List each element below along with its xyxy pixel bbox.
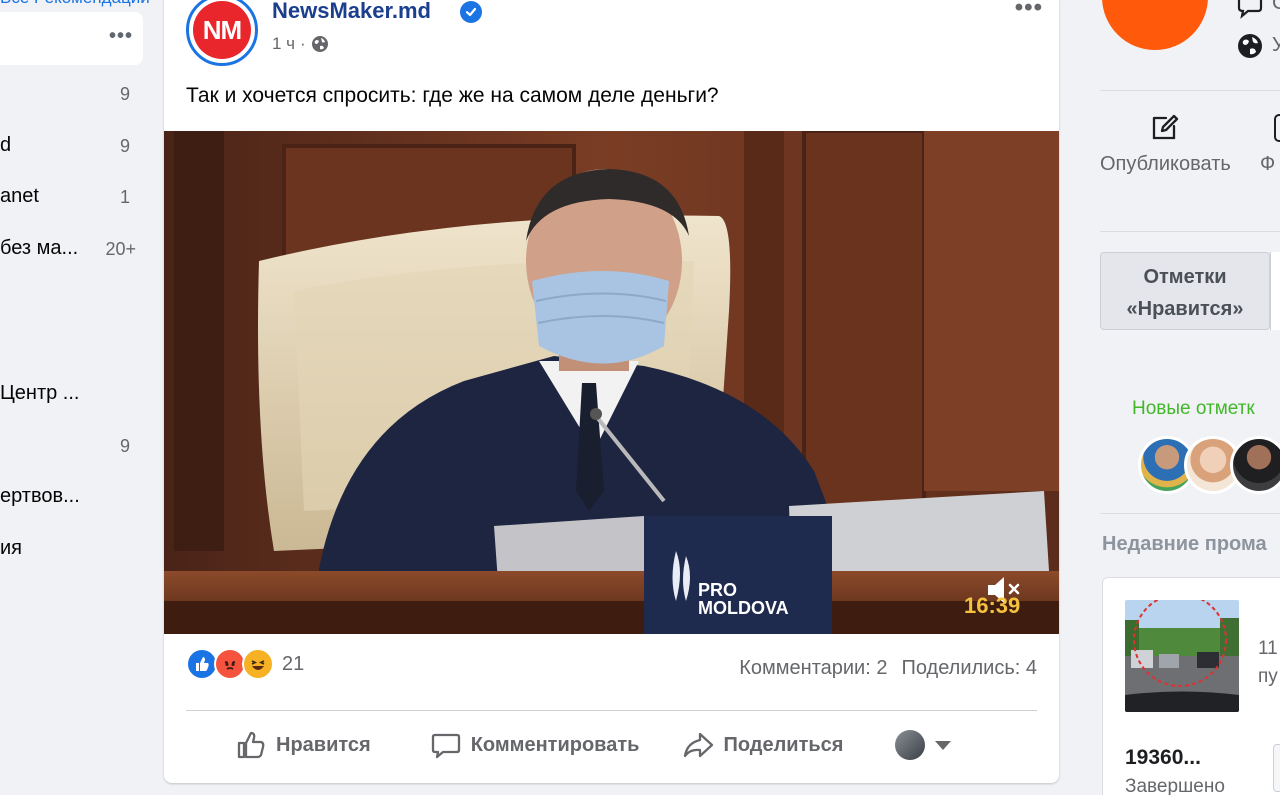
- share-arrow-icon: [684, 732, 714, 758]
- sidebar-item-label: ертвов...: [0, 485, 80, 507]
- promotion-card[interactable]: 11 пу 19360... Завершено: [1102, 577, 1280, 795]
- like-button[interactable]: Нравится: [234, 728, 371, 762]
- publish-button-label[interactable]: Опубликовать: [1100, 148, 1231, 180]
- right-row-2-text: У: [1272, 34, 1280, 56]
- more-options-icon[interactable]: •••: [109, 25, 133, 48]
- sidebar-active-row[interactable]: •••: [0, 12, 143, 65]
- page-avatar-logo: NM: [193, 1, 251, 59]
- sidebar-item-label: d: [0, 134, 12, 156]
- new-likes-label: Новые отметк: [1132, 398, 1255, 419]
- messenger-icon: [1237, 0, 1263, 19]
- sidebar-item[interactable]: ертвов...: [0, 477, 150, 517]
- comments-count-link[interactable]: Комментарии: 2: [739, 657, 887, 680]
- comment-button-label: Комментировать: [470, 733, 640, 756]
- verified-badge-icon: [460, 1, 482, 23]
- reactions-summary[interactable]: 21: [186, 648, 304, 680]
- promotion-number: 19360...: [1125, 746, 1201, 769]
- sidebar-item-count: 9: [119, 136, 130, 156]
- video-timestamp: 16:39: [964, 593, 1021, 618]
- post-meta: 1 ч ·: [272, 34, 329, 54]
- post-video[interactable]: PRO MOLDOVA 16:39: [164, 131, 1059, 634]
- promotion-thumbnail: [1125, 600, 1239, 712]
- globe-icon: [1238, 34, 1262, 58]
- sidebar-item[interactable]: ия: [0, 529, 150, 569]
- nameplate-line-2: MOLDOVA: [698, 598, 789, 618]
- post-actions: Нравится Комментировать Поделиться: [186, 720, 1037, 770]
- profile-avatar: [895, 730, 926, 760]
- sidebar-item[interactable]: 9: [0, 426, 150, 466]
- sidebar-item[interactable]: Центр ...: [0, 374, 150, 414]
- nameplate-line-1: PRO: [698, 580, 738, 600]
- chevron-down-icon: [935, 740, 952, 750]
- tab-likes[interactable]: Отметки «Нравится»: [1100, 252, 1270, 330]
- video-frame: [164, 131, 1059, 634]
- actions-divider: [186, 710, 1037, 711]
- post-stats: Комментарии: 2 Поделились: 4: [739, 657, 1037, 680]
- share-button[interactable]: Поделиться: [681, 728, 843, 762]
- sidebar-item-count: 20+: [105, 239, 136, 259]
- post-time[interactable]: 1 ч: [272, 34, 295, 54]
- tab-next-edge[interactable]: [1270, 252, 1280, 330]
- right-divider: [1100, 231, 1280, 232]
- post-text: Так и хочется спросить: где же на самом …: [186, 84, 719, 107]
- sidebar-item-label: anet: [0, 185, 39, 207]
- reactions-count: 21: [282, 652, 305, 675]
- sidebar-item-count: 1: [119, 187, 130, 207]
- sidebar-item[interactable]: d 9: [0, 126, 150, 166]
- share-button-label: Поделиться: [723, 733, 844, 756]
- right-divider: [1100, 513, 1280, 514]
- shares-count-link[interactable]: Поделились: 4: [901, 657, 1037, 680]
- thumbs-up-icon: [237, 731, 265, 759]
- photo-icon[interactable]: [1274, 114, 1280, 142]
- sidebar-item[interactable]: 9: [0, 74, 150, 114]
- sidebar-item-label: Центр ...: [0, 382, 80, 404]
- nameplate-text: PRO MOLDOVA: [698, 581, 789, 617]
- news-post: NM NewsMaker.md 1 ч · ••• Так и хочется …: [164, 0, 1059, 783]
- edit-publish-icon[interactable]: [1148, 110, 1182, 144]
- liker-avatar[interactable]: [1230, 436, 1280, 494]
- sidebar-item-label: без ма...: [0, 237, 79, 259]
- like-button-label: Нравится: [276, 733, 371, 756]
- separator-dot: ·: [300, 34, 306, 53]
- sidebar-item-count: 9: [119, 436, 130, 456]
- sidebar-item-label: ия: [0, 537, 23, 559]
- right-column: С У Опубликовать Ф Отметки «Нравится» Но…: [1080, 0, 1280, 795]
- sidebar-item[interactable]: без ма... 20+: [0, 229, 150, 269]
- sidebar-top-link[interactable]: Все Рекомендации: [0, 0, 150, 8]
- page-name-link[interactable]: NewsMaker.md: [272, 0, 431, 24]
- sidebar-item-count: 9: [119, 84, 130, 104]
- promotion-status: Завершено: [1125, 776, 1225, 795]
- photo-button-label[interactable]: Ф: [1260, 148, 1275, 180]
- post-as-selector[interactable]: [895, 730, 952, 760]
- post-options-icon[interactable]: •••: [1015, 0, 1043, 22]
- page-profile-avatar[interactable]: [1102, 0, 1208, 50]
- promotion-side-text: 11 пу: [1258, 635, 1278, 691]
- promotion-side-line-2: пу: [1258, 666, 1278, 687]
- page-avatar[interactable]: NM: [186, 0, 258, 66]
- recent-promotions-heading: Недавние прома: [1102, 533, 1267, 555]
- right-row-1-text: С: [1272, 0, 1280, 14]
- right-divider: [1100, 90, 1280, 91]
- haha-reaction-icon: [242, 648, 274, 680]
- comment-button[interactable]: Комментировать: [429, 728, 640, 762]
- comment-bubble-icon: [431, 733, 460, 759]
- promotion-side-line-1: 11: [1258, 638, 1278, 659]
- promotion-action-button[interactable]: [1273, 744, 1280, 792]
- globe-icon[interactable]: [311, 35, 329, 53]
- left-sidebar: Все Рекомендации ••• 9 d 9 anet 1 без ма…: [0, 0, 150, 795]
- sidebar-item[interactable]: anet 1: [0, 177, 150, 217]
